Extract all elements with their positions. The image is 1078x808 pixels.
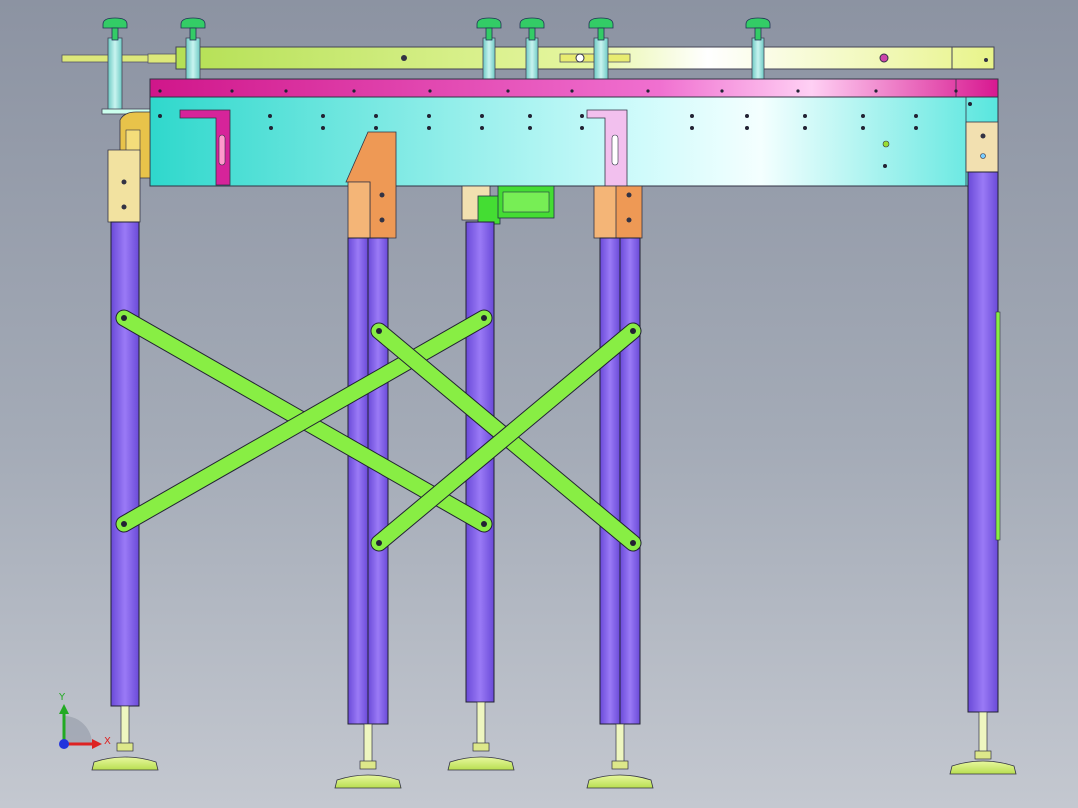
clamp-knob (476, 17, 502, 41)
z-axis-dot (59, 739, 69, 749)
clamp-knobs[interactable] (102, 17, 771, 41)
leveling-foot (91, 705, 159, 771)
y-axis-label: Y (58, 692, 66, 703)
clamp-knob (588, 17, 614, 41)
cyan-main-frame (149, 89, 999, 187)
leveling-foot (334, 723, 402, 789)
conveyor-frame-drawing: Y X (58, 17, 1017, 789)
clamp-knob (745, 17, 771, 41)
gear-motor (461, 185, 555, 225)
clamp-knob (519, 17, 545, 41)
leveling-feet (91, 701, 1017, 789)
drive-end-cap (107, 111, 151, 223)
magenta-top-rail (149, 78, 999, 98)
cad-viewport[interactable]: Y X (0, 0, 1078, 808)
leveling-foot (586, 723, 654, 789)
clamp-knob (102, 17, 128, 41)
clamp-knob (180, 17, 206, 41)
x-axis-label: X (104, 736, 111, 747)
tail-end-bracket (965, 121, 999, 173)
coordinate-triad: Y X (58, 692, 111, 749)
leveling-foot (949, 711, 1017, 775)
leveling-foot (447, 701, 515, 771)
